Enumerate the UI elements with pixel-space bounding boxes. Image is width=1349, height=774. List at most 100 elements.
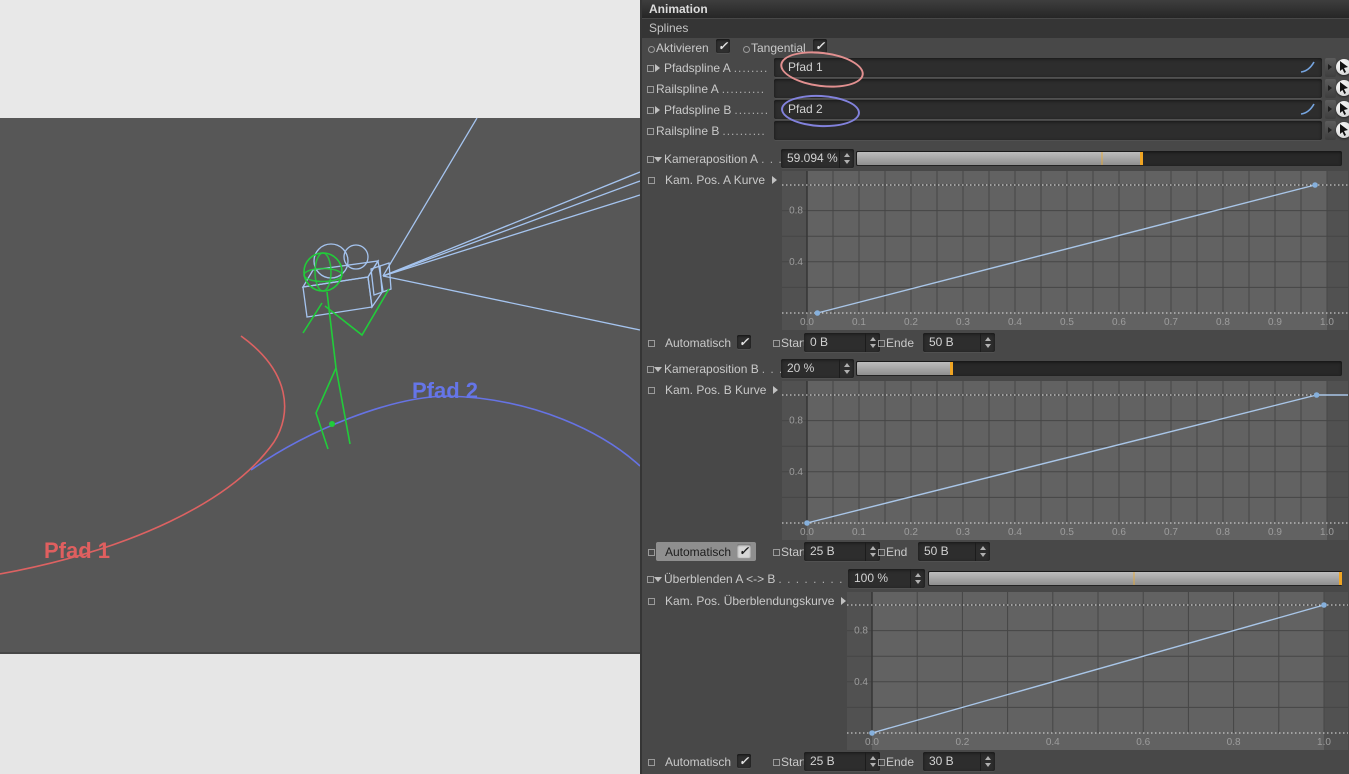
stepper-icon[interactable]: [980, 752, 995, 771]
svg-text:0.2: 0.2: [904, 317, 918, 328]
cursor-icon: [1336, 59, 1349, 75]
end-field[interactable]: 50 B: [918, 542, 990, 561]
collapse-icon[interactable]: [654, 157, 662, 162]
ueberblenden-slider[interactable]: [928, 571, 1342, 586]
svg-text:0.5: 0.5: [1060, 527, 1074, 538]
link-menu-button[interactable]: [1325, 121, 1336, 140]
start-field[interactable]: 0 B: [804, 333, 880, 352]
leader-dots: ........: [734, 103, 769, 117]
figure-position-handle[interactable]: [329, 421, 335, 427]
pfadspline-b-row: Pfadspline B........ Pfad 2: [642, 99, 1349, 120]
keyframe-square[interactable]: [647, 366, 654, 373]
kameraposition-b-value-field[interactable]: 20 %: [781, 359, 854, 378]
railspline-b-label: Railspline B..........: [656, 124, 766, 139]
link-menu-button[interactable]: [1325, 58, 1336, 77]
pfadspline-b-field[interactable]: Pfad 2: [774, 100, 1322, 119]
keyframe-square[interactable]: [648, 177, 655, 184]
aktivieren-label: Aktivieren: [656, 41, 709, 56]
keyframe-square[interactable]: [648, 387, 655, 394]
ende-label: Ende: [886, 336, 914, 351]
splines-section-header[interactable]: Splines: [642, 19, 1349, 38]
aktivieren-checkbox[interactable]: ✓: [716, 39, 730, 53]
keyframe-square[interactable]: [773, 549, 780, 556]
stepper-icon[interactable]: [910, 569, 925, 588]
keyframe-square[interactable]: [773, 759, 780, 766]
slider-fill: [929, 572, 1341, 585]
keyframe-square[interactable]: [648, 598, 655, 605]
link-menu-button[interactable]: [1325, 100, 1336, 119]
start-field[interactable]: 25 B: [804, 752, 880, 771]
3d-viewport[interactable]: Pfad 1 Pfad 2: [0, 118, 640, 652]
pick-object-button[interactable]: [1336, 59, 1349, 75]
pick-object-button[interactable]: [1336, 80, 1349, 96]
railspline-b-row: Railspline B..........: [642, 120, 1349, 141]
keyframe-square[interactable]: [648, 340, 655, 347]
keyframe-square[interactable]: [647, 128, 654, 135]
tangential-checkbox[interactable]: ✓: [813, 39, 827, 53]
stepper-icon[interactable]: [980, 333, 995, 352]
slider-default-tick: [1101, 152, 1103, 165]
spline-curve-icon: [1300, 102, 1316, 116]
railspline-a-label: Railspline A..........: [656, 82, 765, 97]
expand-icon[interactable]: [773, 386, 778, 394]
automatisch-checkbox[interactable]: ✓: [737, 754, 751, 768]
keyframe-square[interactable]: [647, 65, 654, 72]
kameraposition-b-slider[interactable]: [856, 361, 1342, 376]
slider-marker[interactable]: [950, 362, 953, 375]
kameraposition-a-row: Kameraposition A. . . 59.094 %: [642, 148, 1349, 169]
svg-text:0.4: 0.4: [1046, 737, 1060, 748]
label-text: Kam. Pos. Überblendungskurve: [665, 594, 834, 608]
automatisch-checkbox[interactable]: ✓: [737, 544, 751, 558]
collapse-icon[interactable]: [654, 367, 662, 372]
keyframe-square[interactable]: [647, 86, 654, 93]
curve-graph-b[interactable]: 0.00.10.20.30.40.50.60.70.80.91.00.40.8: [782, 381, 1348, 543]
ende-field[interactable]: 30 B: [923, 752, 995, 771]
svg-text:1.0: 1.0: [1320, 317, 1334, 328]
slider-marker[interactable]: [1140, 152, 1143, 165]
keyframe-square[interactable]: [878, 340, 885, 347]
ueberblenden-value-field[interactable]: 100 %: [848, 569, 925, 588]
link-menu-button[interactable]: [1325, 79, 1336, 98]
pfadspline-a-label: Pfadspline A........: [664, 61, 768, 76]
panel-title: Animation: [642, 0, 1349, 18]
start-field[interactable]: 25 B: [804, 542, 880, 561]
collapse-icon[interactable]: [654, 577, 662, 582]
keyframe-square[interactable]: [648, 549, 655, 556]
automatisch-checkbox[interactable]: ✓: [737, 335, 751, 349]
expand-icon[interactable]: [655, 64, 660, 72]
stepper-icon[interactable]: [839, 359, 854, 378]
ende-field[interactable]: 50 B: [923, 333, 995, 352]
keyframe-square[interactable]: [878, 759, 885, 766]
curve-graph-a[interactable]: 0.00.10.20.30.40.50.60.70.80.91.00.40.8: [782, 171, 1348, 333]
keyframe-circle-aktivieren[interactable]: [648, 46, 655, 53]
stepper-icon[interactable]: [839, 149, 854, 168]
railspline-b-field[interactable]: [774, 121, 1322, 140]
app-window: Pfad 1 Pfad 2 Animation Splines Aktivier…: [0, 0, 1349, 774]
leader-dots: . . .: [761, 152, 783, 166]
keyframe-square[interactable]: [648, 759, 655, 766]
kameraposition-a-value-field[interactable]: 59.094 %: [781, 149, 854, 168]
slider-marker[interactable]: [1339, 572, 1342, 585]
keyframe-square[interactable]: [647, 156, 654, 163]
kameraposition-a-slider[interactable]: [856, 151, 1342, 166]
tangential-label: Tangential: [751, 41, 806, 56]
pick-object-button[interactable]: [1336, 101, 1349, 117]
keyframe-square[interactable]: [878, 549, 885, 556]
cursor-icon: [1336, 101, 1349, 117]
keyframe-square[interactable]: [647, 576, 654, 583]
keyframe-square[interactable]: [773, 340, 780, 347]
cursor-icon: [1336, 122, 1349, 138]
expand-icon[interactable]: [772, 176, 777, 184]
keyframe-square[interactable]: [647, 107, 654, 114]
railspline-a-field[interactable]: [774, 79, 1322, 98]
expand-icon[interactable]: [841, 597, 846, 605]
stepper-icon[interactable]: [975, 542, 990, 561]
panel-title-text: Animation: [649, 2, 708, 16]
expand-icon[interactable]: [655, 106, 660, 114]
pick-object-button[interactable]: [1336, 122, 1349, 138]
pfadspline-a-field[interactable]: Pfad 1: [774, 58, 1322, 77]
keyframe-circle-tangential[interactable]: [743, 46, 750, 53]
start-label: Start: [781, 755, 806, 770]
curve-graph-ueberblendung[interactable]: 0.00.20.40.60.81.00.40.8: [847, 592, 1348, 753]
kameraposition-b-row: Kameraposition B. . . 20 %: [642, 358, 1349, 379]
